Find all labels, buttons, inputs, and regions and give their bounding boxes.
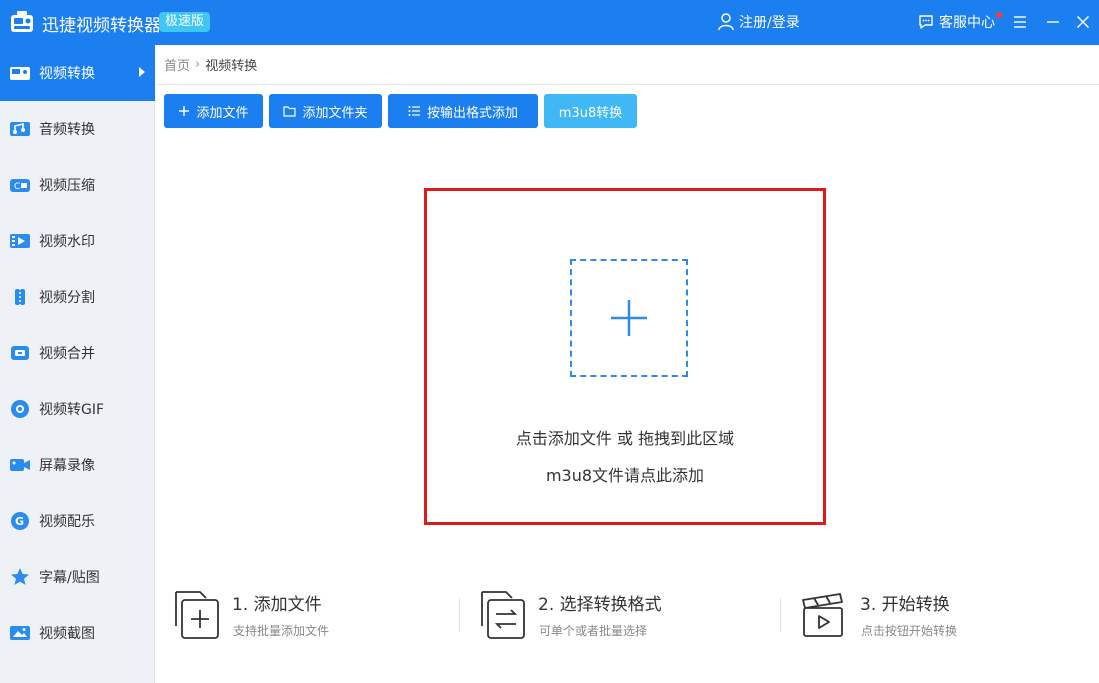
minimize-icon (1047, 21, 1059, 23)
m3u8-convert-button[interactable]: m3u8转换 (544, 94, 637, 128)
step-title: 1. 添加文件 (232, 595, 322, 615)
title-bar: 迅捷视频转换器 极速版 注册/登录 客服中心 (0, 0, 1099, 45)
sidebar-item-video-split[interactable]: 视频分割 (0, 269, 155, 325)
service-label: 客服中心 (939, 15, 995, 31)
video-compress-icon: C (9, 174, 31, 196)
folder-icon (283, 105, 297, 117)
audio-convert-icon (9, 118, 31, 140)
add-file-label: 添加文件 (196, 105, 249, 121)
sidebar-item-label: 视频转GIF (39, 402, 105, 418)
close-button[interactable] (1071, 10, 1095, 34)
clapperboard-icon (802, 593, 843, 637)
sidebar-item-label: 视频水印 (39, 234, 95, 250)
sidebar-item-label: 音频转换 (39, 122, 95, 138)
breadcrumb-home[interactable]: 首页 (164, 55, 190, 74)
video-music-icon: G (9, 510, 31, 532)
subtitle-sticker-icon (9, 566, 31, 588)
drop-zone-hint: 点击添加文件 或 拖拽到此区域 (515, 429, 735, 448)
list-icon (408, 105, 421, 117)
login-label: 注册/登录 (739, 15, 800, 31)
m3u8-convert-label: m3u8转换 (558, 105, 623, 121)
file-drop-zone[interactable]: 点击添加文件 或 拖拽到此区域 m3u8文件请点此添加 (424, 188, 826, 525)
close-icon (1077, 16, 1089, 28)
video-merge-icon (9, 342, 31, 364)
sidebar-item-audio-convert[interactable]: 音频转换 (0, 101, 155, 157)
sidebar-item-subtitle-sticker[interactable]: 字幕/贴图 (0, 549, 155, 605)
step-description: 可单个或者批量选择 (539, 624, 648, 638)
add-file-step-icon (175, 591, 219, 639)
sidebar-item-video-music[interactable]: G 视频配乐 (0, 493, 155, 549)
sidebar-item-label: 屏幕录像 (39, 458, 95, 474)
sidebar-item-label: 视频分割 (39, 290, 95, 306)
sidebar-item-video-screenshot[interactable]: 视频截图 (0, 605, 155, 661)
add-by-format-button[interactable]: 按输出格式添加 (388, 94, 538, 128)
sidebar-item-label: 字幕/贴图 (39, 570, 100, 586)
step-title: 3. 开始转换 (860, 595, 950, 615)
sidebar-item-screen-record[interactable]: 屏幕录像 (0, 437, 155, 493)
menu-button[interactable] (1008, 10, 1032, 34)
notification-dot (996, 12, 1002, 18)
edition-badge: 极速版 (159, 12, 211, 32)
add-file-box[interactable] (570, 259, 688, 377)
add-by-format-label: 按输出格式添加 (426, 105, 518, 121)
chevron-right-icon: › (195, 57, 201, 72)
customer-service-button[interactable]: 客服中心 (918, 12, 1002, 32)
chevron-right-icon (139, 67, 145, 77)
sidebar-item-video-convert[interactable]: 视频转换 (0, 45, 155, 101)
divider (155, 84, 1099, 85)
divider (780, 598, 781, 632)
login-button[interactable]: 注册/登录 (718, 12, 800, 32)
app-logo-icon (11, 11, 33, 32)
step-title: 2. 选择转换格式 (538, 595, 662, 615)
svg-text:C: C (14, 182, 20, 192)
sidebar-item-video-gif[interactable]: 视频转GIF (0, 381, 155, 437)
add-folder-button[interactable]: 添加文件夹 (269, 94, 382, 128)
sidebar-item-video-merge[interactable]: 视频合并 (0, 325, 155, 381)
svg-text:G: G (15, 515, 24, 528)
video-screenshot-icon (9, 622, 31, 644)
step-choose-format: 2. 选择转换格式 可单个或者批量选择 (478, 588, 758, 648)
minimize-button[interactable] (1041, 10, 1065, 34)
plus-icon (178, 105, 190, 117)
plus-icon (611, 300, 647, 336)
step-start-convert: 3. 开始转换 点击按钮开始转换 (800, 588, 1060, 648)
sidebar: 视频转换 音频转换 C 视频压缩 视频水印 视频分割 视频合并 视频转GIF 屏… (0, 45, 155, 683)
sidebar-item-label: 视频截图 (39, 626, 95, 642)
sidebar-item-label: 视频压缩 (39, 178, 95, 194)
add-file-button[interactable]: 添加文件 (164, 94, 263, 128)
add-folder-label: 添加文件夹 (302, 105, 368, 121)
sidebar-item-label: 视频配乐 (39, 514, 95, 530)
user-icon (718, 13, 734, 31)
breadcrumb: 首页 › 视频转换 (164, 55, 257, 74)
divider (459, 598, 460, 632)
breadcrumb-current: 视频转换 (205, 59, 258, 74)
app-title: 迅捷视频转换器 (42, 16, 161, 36)
sidebar-item-label: 视频转换 (39, 66, 95, 82)
chat-bubble-icon (919, 15, 933, 29)
m3u8-add-hint[interactable]: m3u8文件请点此添加 (427, 462, 823, 486)
convert-format-step-icon (481, 591, 525, 639)
video-watermark-icon (9, 230, 31, 252)
sidebar-item-video-watermark[interactable]: 视频水印 (0, 213, 155, 269)
step-description: 支持批量添加文件 (233, 624, 330, 638)
video-convert-icon (9, 62, 31, 84)
video-gif-icon (9, 398, 31, 420)
screen-record-icon (9, 454, 31, 476)
hamburger-menu-icon (1014, 16, 1026, 28)
sidebar-item-video-compress[interactable]: C 视频压缩 (0, 157, 155, 213)
sidebar-item-label: 视频合并 (39, 346, 95, 362)
step-add-file: 1. 添加文件 支持批量添加文件 (172, 588, 432, 648)
video-split-icon (9, 286, 31, 308)
step-description: 点击按钮开始转换 (861, 624, 958, 638)
